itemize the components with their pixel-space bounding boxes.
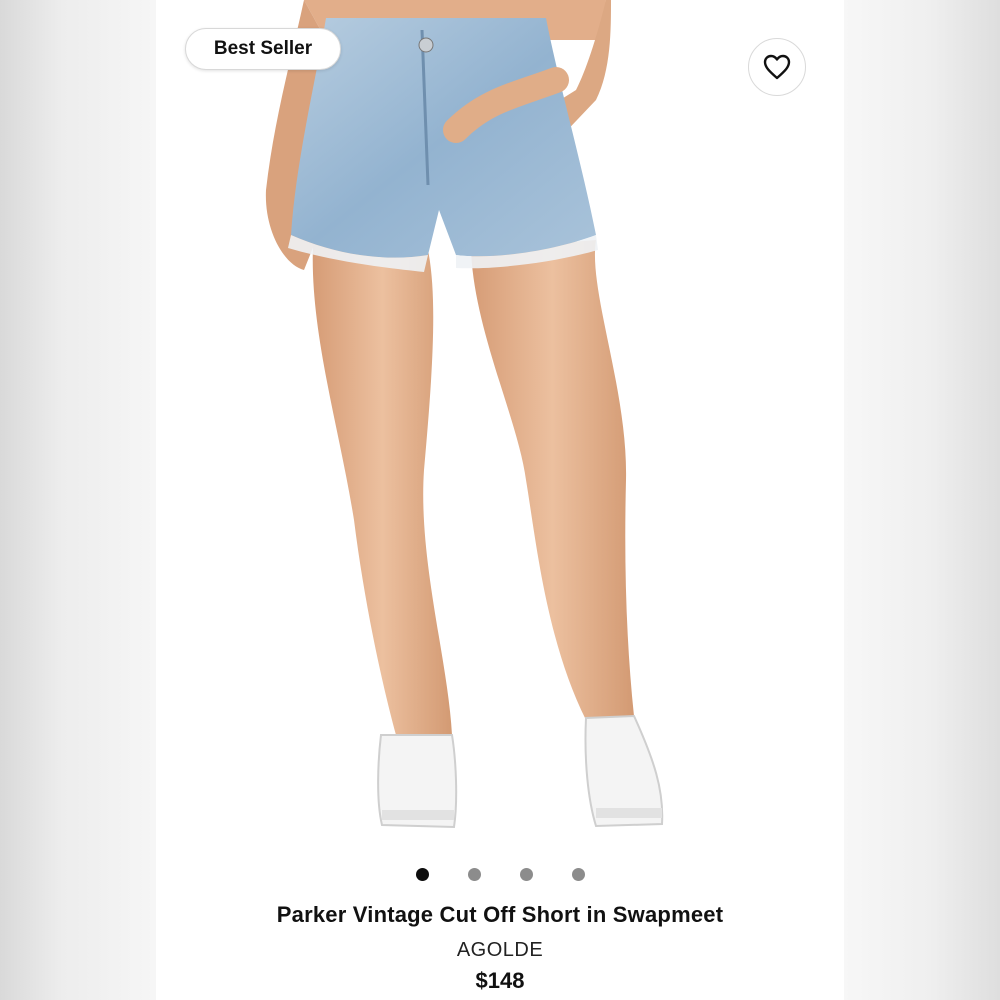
best-seller-badge: Best Seller: [185, 28, 341, 70]
product-photo-illustration: [265, 0, 664, 829]
product-price: $148: [475, 968, 525, 993]
left-leg: [312, 230, 452, 735]
background-left: [0, 0, 156, 1000]
product-brand[interactable]: AGOLDE: [156, 939, 844, 962]
product-title[interactable]: Parker Vintage Cut Off Short in Swapmeet: [156, 902, 844, 928]
background-right: [844, 0, 1000, 1000]
right-leg: [471, 240, 634, 720]
product-image[interactable]: Best Seller: [156, 0, 844, 852]
favorite-button[interactable]: [748, 38, 806, 96]
heart-icon: [763, 54, 791, 80]
product-card[interactable]: Best Seller Parker Vintage Cut Off Short…: [156, 0, 844, 1000]
carousel-dot-4[interactable]: [571, 868, 585, 881]
carousel-dot-2[interactable]: [467, 868, 481, 881]
carousel-dot-1[interactable]: [415, 868, 429, 881]
carousel-dot-3[interactable]: [519, 868, 533, 881]
carousel-indicators: [156, 868, 844, 886]
